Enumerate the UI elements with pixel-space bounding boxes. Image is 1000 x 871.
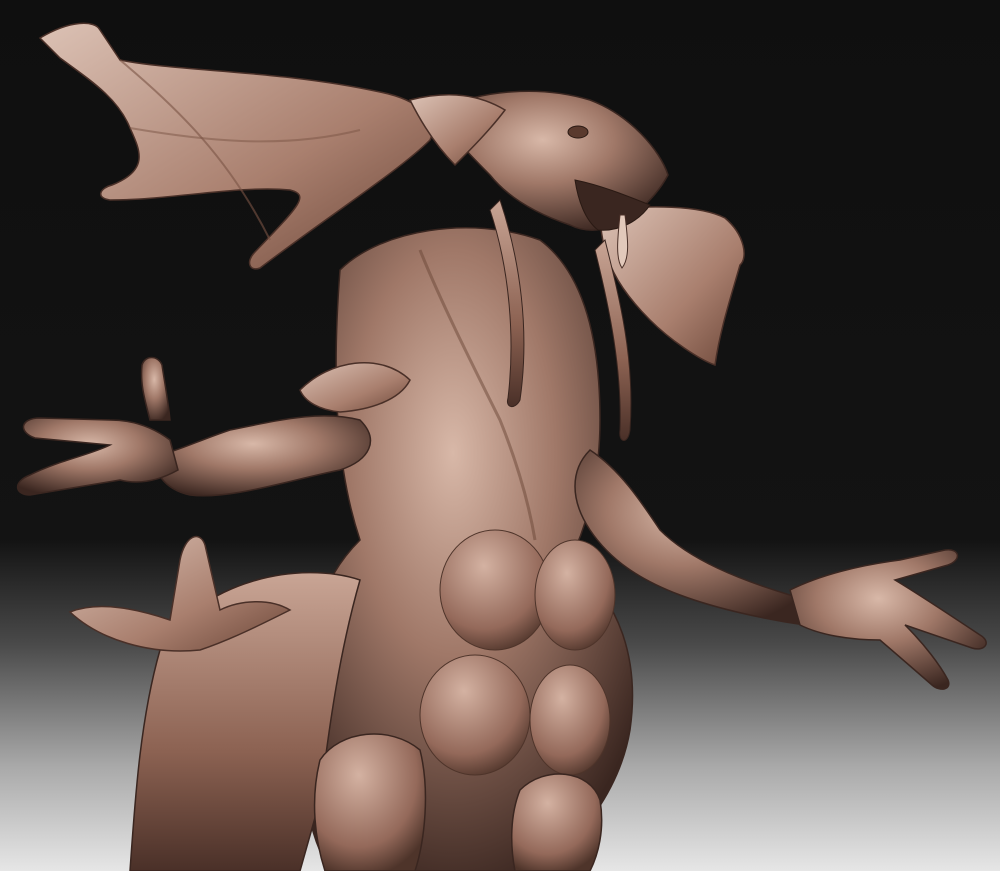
eye <box>567 125 589 139</box>
front-leg-left <box>313 733 427 871</box>
left-hand <box>16 417 179 496</box>
viewport <box>0 0 1000 871</box>
left-arm <box>156 415 371 497</box>
right-hand <box>789 549 987 690</box>
creature-sculpt <box>16 22 987 871</box>
front-leg-right <box>510 773 603 871</box>
left-wing <box>38 22 434 270</box>
